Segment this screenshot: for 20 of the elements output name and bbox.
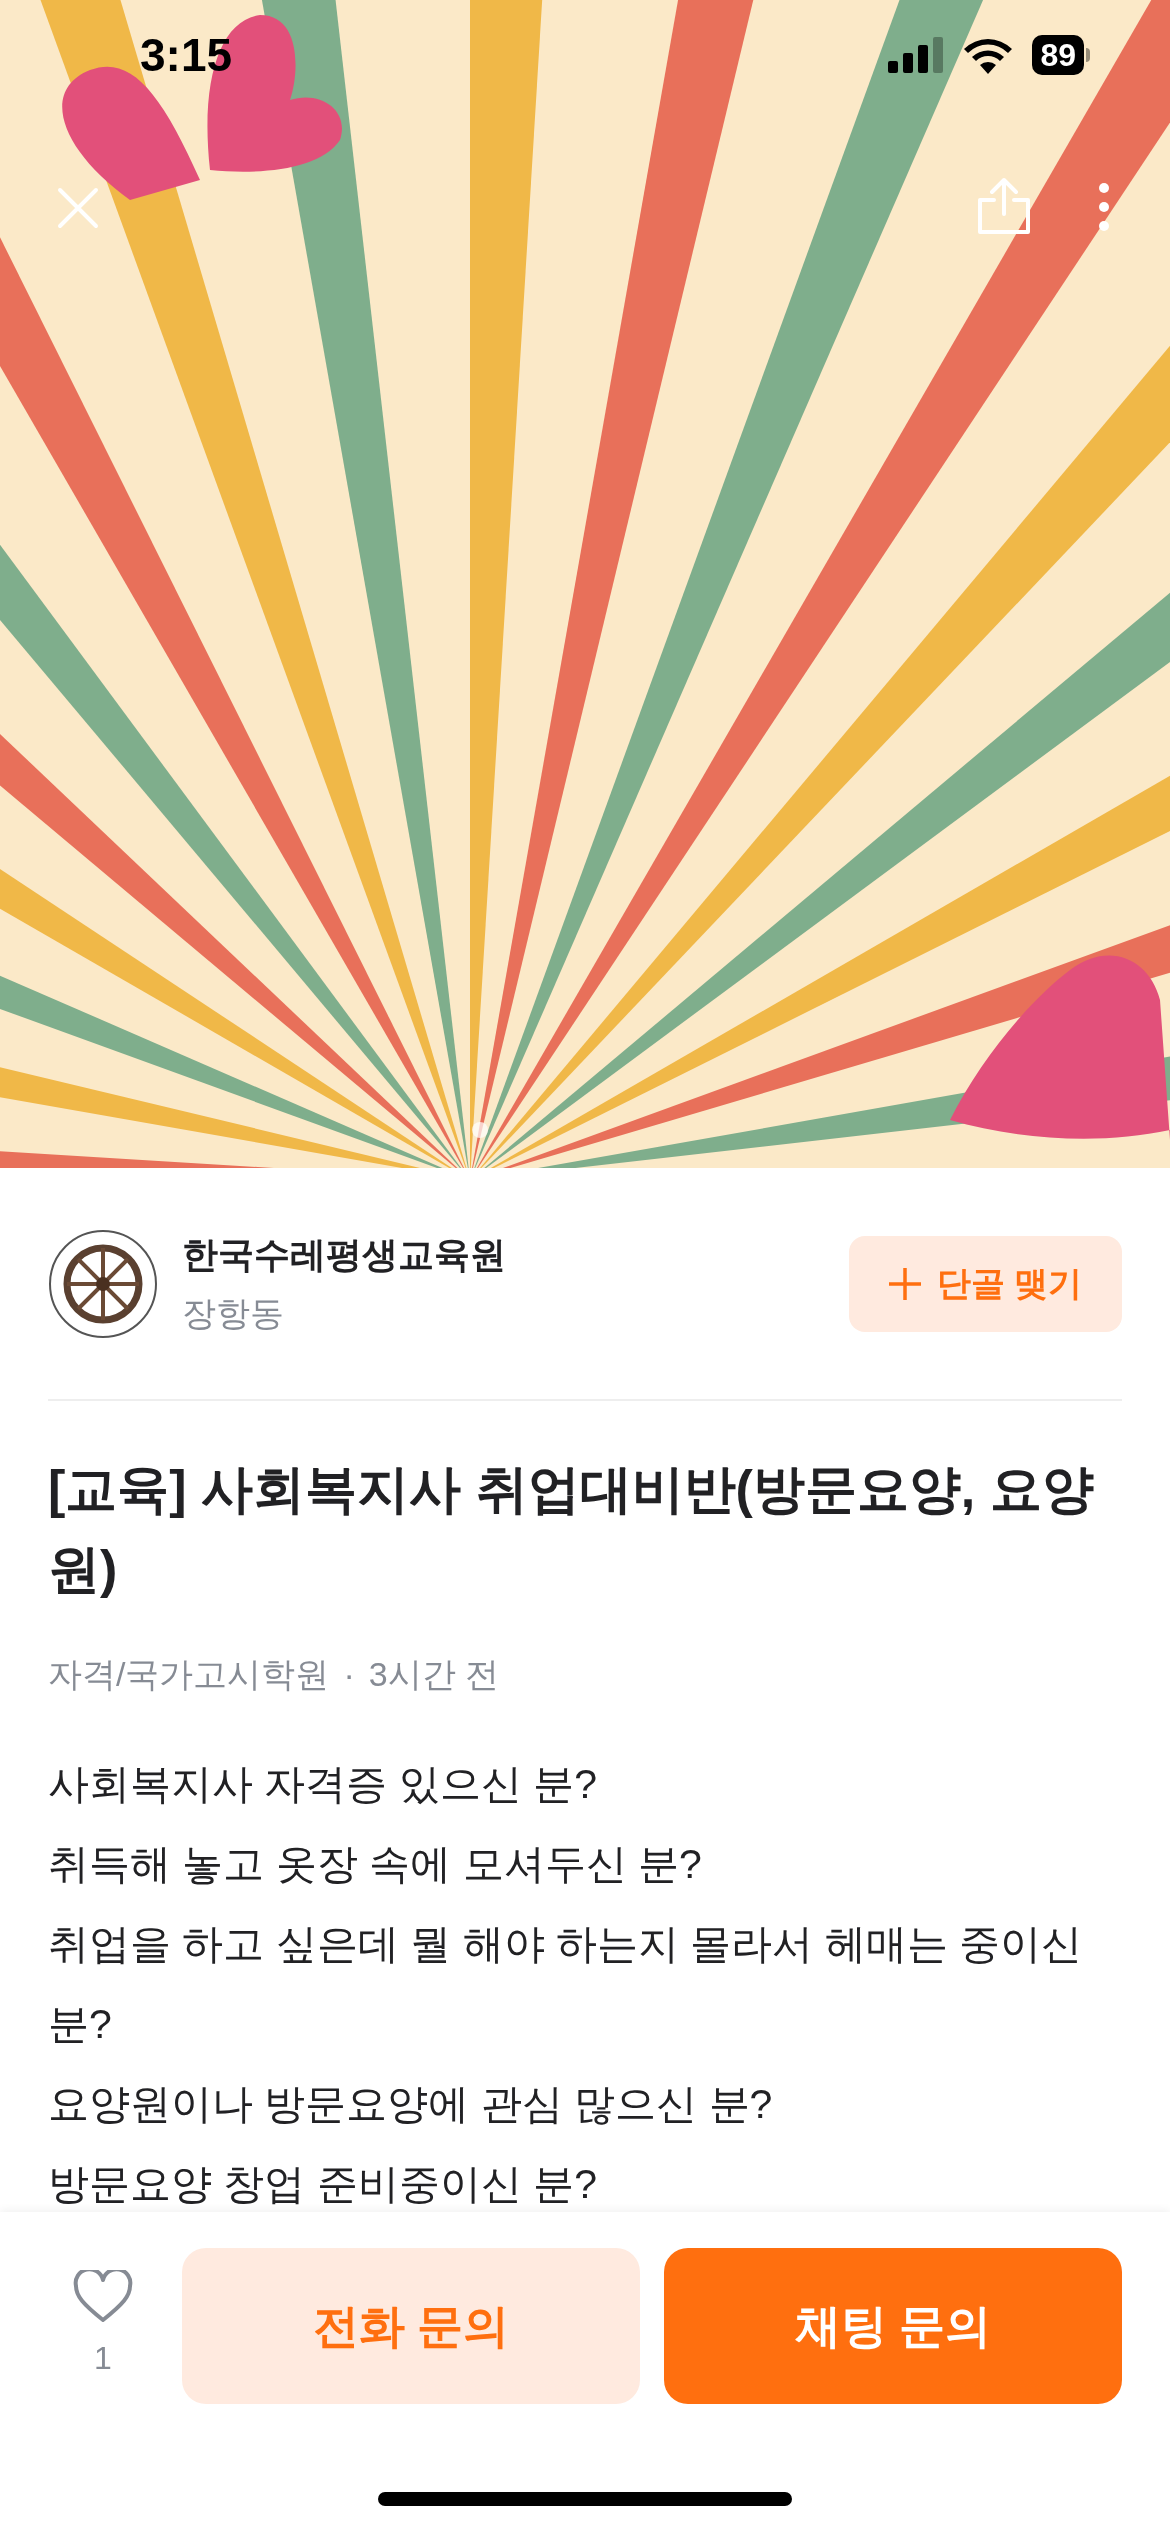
- body-text-line: 취득해 놓고 옷장 속에 모셔두신 분?: [48, 1840, 703, 1889]
- separator-dot: ·: [343, 1654, 355, 1695]
- body-text-line: 취업을 하고 싶은데 뭘 해야 하는지 몰라서 헤매는 중이신 분?: [48, 1920, 1084, 2049]
- body-text-line: 방문요양 창업 준비중이신 분?: [48, 2160, 598, 2209]
- follow-button[interactable]: 단골 맺기: [848, 1235, 1122, 1332]
- post-title: [교육] 사회복지사 취업대비반(방문요양, 요양원): [48, 1459, 1095, 1600]
- signal-icon: [888, 37, 945, 73]
- post-time: 3시간 전: [368, 1654, 500, 1695]
- share-icon[interactable]: [976, 176, 1032, 236]
- author-location: 장항동: [182, 1293, 285, 1334]
- post-category[interactable]: 자격/국가고시학원: [48, 1649, 330, 1700]
- plus-icon: [888, 1267, 921, 1300]
- body-text-line: 요양원이나 방문요양에 관심 많으신 분?: [48, 2080, 774, 2129]
- call-inquiry-button[interactable]: 전화 문의: [182, 2248, 640, 2404]
- wifi-icon: [962, 36, 1015, 74]
- author-name: 한국수레평생교육원: [182, 1233, 506, 1277]
- heart-icon: [73, 2270, 133, 2324]
- body-text-line: 사회복지사 자격증 있으신 분?: [48, 1760, 598, 1809]
- chat-inquiry-button[interactable]: 채팅 문의: [664, 2248, 1122, 2404]
- like-button[interactable]: 1: [48, 2270, 158, 2382]
